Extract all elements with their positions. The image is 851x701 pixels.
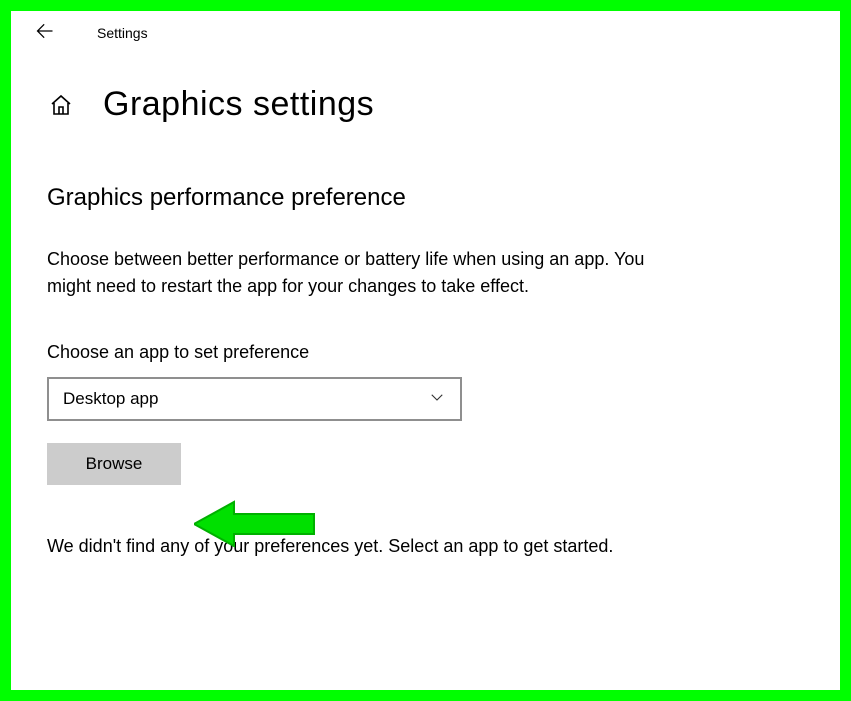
dropdown-label: Choose an app to set preference: [47, 342, 804, 363]
window-title: Settings: [97, 25, 148, 41]
dropdown-selected-value: Desktop app: [63, 389, 158, 409]
app-type-dropdown[interactable]: Desktop app: [47, 377, 462, 421]
section-heading: Graphics performance preference: [47, 184, 804, 212]
chevron-down-icon: [428, 388, 446, 411]
titlebar: Settings: [11, 11, 840, 55]
browse-button-label: Browse: [86, 454, 143, 474]
settings-window: Settings Graphics settings Graphics perf…: [11, 11, 840, 690]
browse-button[interactable]: Browse: [47, 443, 181, 485]
page-title: Graphics settings: [103, 85, 374, 124]
section-description: Choose between better performance or bat…: [47, 246, 687, 300]
back-button[interactable]: [33, 21, 57, 45]
content-area: Graphics settings Graphics performance p…: [11, 55, 840, 560]
back-arrow-icon: [35, 21, 55, 46]
no-preferences-text: We didn't find any of your preferences y…: [47, 533, 687, 560]
home-icon[interactable]: [47, 91, 75, 119]
page-header: Graphics settings: [47, 85, 804, 124]
